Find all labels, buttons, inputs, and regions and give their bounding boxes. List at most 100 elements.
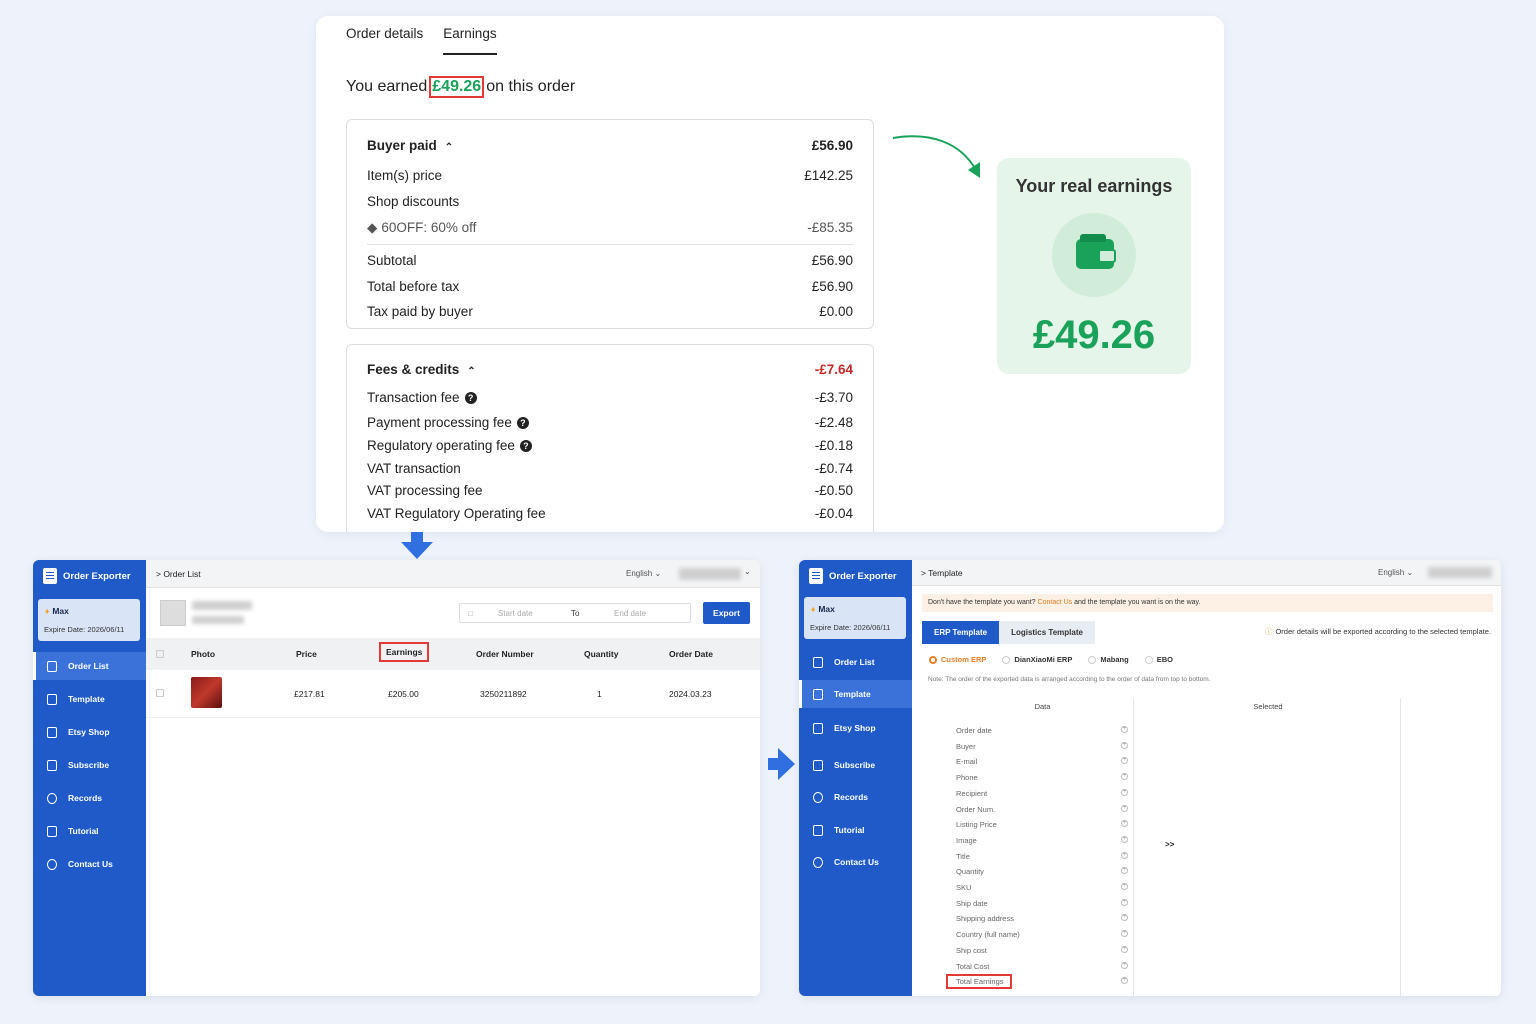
- add-circle-icon[interactable]: +: [1121, 851, 1128, 859]
- account-selector[interactable]: [679, 568, 741, 580]
- sidebar-item-records[interactable]: Records: [33, 784, 146, 812]
- fee-row: VAT processing fee -£0.50: [367, 483, 853, 498]
- data-field-item[interactable]: Recipient +: [956, 788, 1128, 798]
- data-field-item[interactable]: Buyer +: [956, 741, 1128, 751]
- radio-custom-erp[interactable]: Custom ERP: [929, 655, 986, 664]
- date-range-picker[interactable]: □ Start date To End date: [459, 603, 691, 623]
- select-all-checkbox[interactable]: [156, 650, 164, 658]
- help-icon[interactable]: ?: [516, 417, 529, 430]
- end-date-input[interactable]: End date: [614, 609, 646, 618]
- radio-mabang[interactable]: Mabang: [1088, 655, 1129, 664]
- column-header[interactable]: Order Date: [669, 649, 713, 659]
- fees-total: -£7.64: [814, 362, 853, 377]
- sidebar-item-subscribe[interactable]: Subscribe: [33, 751, 146, 779]
- add-circle-icon[interactable]: +: [1121, 883, 1128, 890]
- buyer-paid-total: £56.90: [811, 138, 853, 153]
- export-button[interactable]: Export: [703, 602, 750, 624]
- buyer-paid-panel: Buyer paid ⌃ £56.90 Item(s) price £142.25…: [346, 119, 874, 329]
- chevron-up-icon[interactable]: ⌃: [467, 366, 475, 377]
- data-field-item[interactable]: Listing Price +: [956, 820, 1128, 829]
- add-circle-icon[interactable]: +: [1121, 867, 1128, 875]
- help-icon[interactable]: ?: [464, 392, 477, 405]
- account-selector[interactable]: [1428, 567, 1492, 578]
- add-circle-icon[interactable]: +: [1121, 898, 1128, 906]
- add-circle-icon[interactable]: +: [1121, 930, 1128, 938]
- sidebar-item-tutorial[interactable]: Tutorial: [33, 817, 146, 845]
- data-field-item[interactable]: Order Num. +: [956, 804, 1128, 814]
- field-label: Shipping address: [956, 914, 1014, 924]
- data-field-item[interactable]: Country (full name) +: [956, 930, 1128, 939]
- add-circle-icon[interactable]: +: [1121, 945, 1128, 953]
- sidebar-item-contact-us[interactable]: Contact Us: [33, 850, 146, 878]
- data-field-item[interactable]: Shipping address +: [956, 914, 1128, 923]
- fees-header[interactable]: Fees & credits ⌃ -£7.64: [367, 362, 853, 377]
- tab-logistics-template[interactable]: Logistics Template: [999, 621, 1095, 644]
- data-field-item[interactable]: SKU +: [956, 883, 1128, 892]
- sidebar-item-tutorial[interactable]: Tutorial: [799, 816, 912, 844]
- data-field-item[interactable]: Phone +: [956, 773, 1128, 782]
- sidebar-item-etsy-shop[interactable]: Etsy Shop: [33, 718, 146, 746]
- start-date-input[interactable]: Start date: [498, 609, 533, 618]
- data-field-item[interactable]: Quantity +: [956, 867, 1128, 876]
- add-circle-icon[interactable]: +: [1121, 726, 1128, 733]
- tab-erp-template[interactable]: ERP Template: [922, 621, 1000, 644]
- data-field-item[interactable]: Ship cost +: [956, 945, 1128, 955]
- buyer-paid-header[interactable]: Buyer paid ⌃ £56.90: [367, 138, 853, 153]
- sidebar-item-order-list[interactable]: Order List: [799, 648, 912, 676]
- column-header[interactable]: Quantity: [584, 649, 618, 659]
- add-circle-icon[interactable]: +: [1121, 757, 1128, 765]
- row-value: -£0.18: [814, 438, 853, 453]
- radio-ebo[interactable]: EBO: [1144, 655, 1173, 664]
- add-circle-icon[interactable]: +: [1121, 820, 1128, 828]
- data-field-item[interactable]: Ship date +: [956, 898, 1128, 908]
- total-before-tax-row: Total before tax £56.90: [367, 279, 853, 294]
- tab-earnings[interactable]: Earnings: [443, 26, 497, 55]
- row-checkbox[interactable]: [156, 689, 164, 697]
- language-select[interactable]: English ⌄: [1378, 568, 1413, 577]
- sidebar-item-order-list[interactable]: Order List: [33, 652, 146, 680]
- row-value: £142.25: [804, 168, 853, 183]
- column-header[interactable]: Order Number: [476, 649, 534, 659]
- sidebar-item-records[interactable]: Records: [799, 783, 912, 811]
- data-field-item[interactable]: Order date +: [956, 726, 1128, 735]
- add-circle-icon[interactable]: +: [1121, 804, 1128, 812]
- field-label: Country (full name): [956, 930, 1020, 940]
- column-header[interactable]: Price: [296, 649, 317, 659]
- data-field-item[interactable]: Total Earnings +: [946, 974, 1128, 990]
- chevron-down-icon[interactable]: ⌄: [744, 567, 751, 576]
- data-field-item[interactable]: Image +: [956, 835, 1128, 845]
- add-circle-icon[interactable]: +: [1121, 741, 1128, 749]
- notice-text: Don't have the template you want?: [928, 599, 1036, 606]
- help-icon[interactable]: ?: [519, 440, 532, 453]
- contact-us-link[interactable]: Contact Us: [1038, 599, 1073, 606]
- language-select[interactable]: English ⌄: [626, 569, 661, 578]
- add-circle-icon[interactable]: +: [1121, 977, 1128, 985]
- add-circle-icon[interactable]: +: [1121, 835, 1128, 843]
- add-circle-icon[interactable]: +: [1121, 961, 1128, 969]
- column-header-earnings[interactable]: Earnings: [379, 642, 430, 662]
- fee-row: VAT transaction -£0.74: [367, 461, 853, 476]
- sidebar-item-etsy-shop[interactable]: Etsy Shop: [799, 714, 912, 742]
- add-circle-icon[interactable]: +: [1121, 914, 1128, 922]
- table-row[interactable]: £217.81 £205.00 3250211892 1 2024.03.23: [146, 670, 760, 718]
- order-list-window: Order Exporter ♦ Max Expire Date: 2026/06…: [33, 560, 760, 996]
- data-field-item[interactable]: Total Cost +: [956, 961, 1128, 971]
- sidebar-item-subscribe[interactable]: Subscribe: [799, 751, 912, 779]
- history-icon: [813, 791, 823, 803]
- tab-order-details[interactable]: Order details: [346, 26, 423, 55]
- data-field-item[interactable]: E-mail +: [956, 757, 1128, 766]
- chevron-up-icon[interactable]: ⌃: [445, 142, 453, 153]
- fees-title: Fees & credits: [367, 362, 460, 377]
- data-field-item[interactable]: Title +: [956, 851, 1128, 861]
- sidebar-item-template[interactable]: Template: [33, 685, 146, 713]
- column-header[interactable]: Photo: [191, 649, 215, 659]
- user-card: ♦ Max Expire Date: 2026/06/11: [804, 597, 906, 639]
- move-right-button[interactable]: >>: [1165, 840, 1174, 849]
- add-circle-icon[interactable]: +: [1121, 773, 1128, 781]
- field-label: Total Cost: [956, 961, 990, 971]
- sidebar-item-template[interactable]: Template: [799, 680, 912, 708]
- add-circle-icon[interactable]: +: [1121, 788, 1128, 796]
- radio-dianxiaomi-erp[interactable]: DianXiaoMi ERP: [1002, 655, 1072, 664]
- sidebar-item-contact-us[interactable]: Contact Us: [799, 848, 912, 876]
- breadcrumb: > Template: [921, 568, 963, 578]
